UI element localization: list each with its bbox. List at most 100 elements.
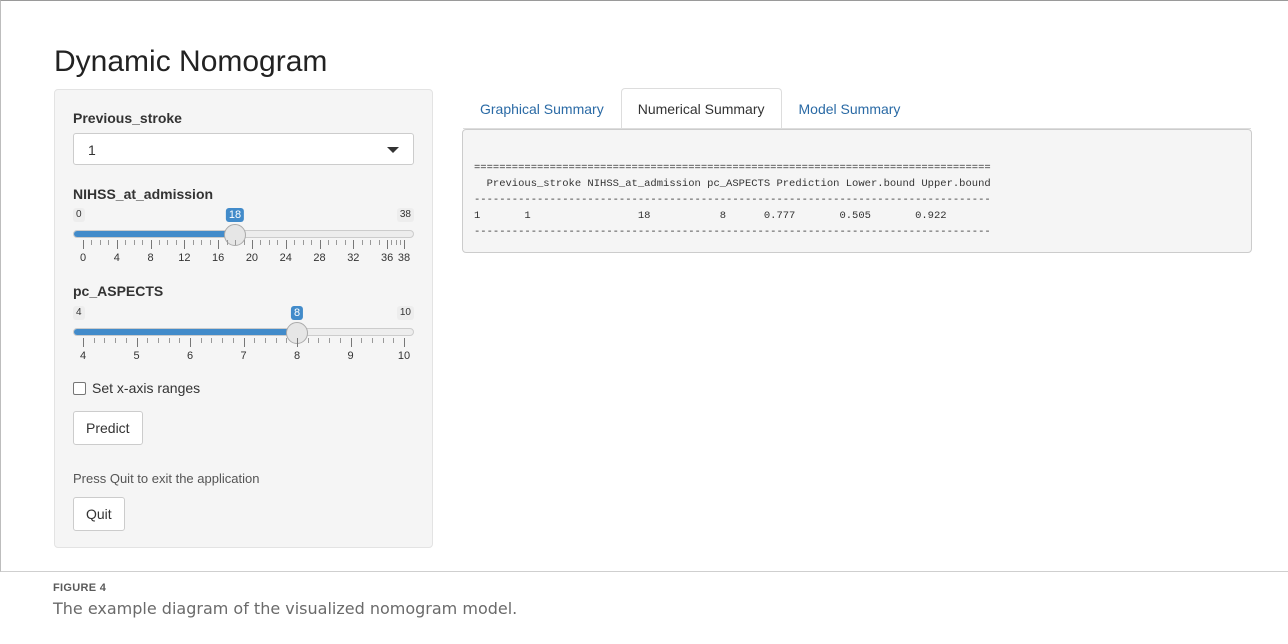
aspects-major-tick [404,338,405,347]
nihss-major-tick [116,240,118,249]
chevron-down-icon [387,147,399,153]
nihss-major-tick [83,240,84,249]
x-axis-ranges-checkbox[interactable] [73,381,86,395]
aspects-tick-label: 5 [133,350,140,362]
nihss-minor-tick [192,240,194,245]
nihss-minor-tick [311,240,313,245]
figure-label: FIGURE 4 [53,582,107,594]
aspects-label: pc_ASPECTS [73,283,164,299]
aspects-minor-tick [275,338,277,343]
nihss-minor-tick [167,240,169,245]
nihss-label: NIHSS_at_admission [73,186,214,202]
aspects-minor-tick [382,338,384,343]
aspects-tick-label: 8 [293,350,301,362]
nihss-minor-tick [91,240,93,245]
nihss-minor-tick [344,240,346,245]
nihss-minor-tick [209,240,211,245]
aspects-minor-tick [93,338,95,343]
aspects-minor-tick [115,338,117,343]
aspects-minor-tick [211,338,213,343]
app-frame: Dynamic Nomogram Previous_stroke 1 NIHSS… [0,0,1288,572]
aspects-tick-label: 10 [397,350,411,362]
nihss-minor-tick [159,240,161,245]
page-title: Dynamic Nomogram [54,45,328,78]
nihss-max-label: 38 [396,208,414,222]
output-row: 1 1 18 8 0.777 0.505 0.922 [474,210,947,222]
aspects-minor-tick [318,338,320,343]
nihss-minor-tick [142,240,144,245]
aspects-minor-tick [339,338,341,343]
tab-model-summary[interactable]: Model Summary [782,88,918,129]
aspects-minor-tick [125,338,127,343]
output-rule-single-bottom: ----------------------------------------… [474,226,991,238]
numerical-summary-output: ========================================… [462,129,1252,253]
nihss-minor-tick [327,240,329,245]
nihss-tick-label: 0 [79,252,87,264]
x-axis-ranges-option[interactable]: Set x-axis ranges [73,380,200,396]
nihss-tick-label: 20 [245,252,259,264]
aspects-minor-tick [157,338,159,343]
nihss-minor-tick [260,240,262,245]
nihss-tick-label: 16 [212,252,225,264]
aspects-minor-tick [371,338,373,343]
aspects-major-tick [83,338,84,347]
aspects-major-tick [190,338,191,347]
aspects-slider[interactable]: 4 10 8 4 5 6 7 8 9 10 [73,306,414,370]
output-rule-double: ========================================… [474,162,991,174]
aspects-minor-tick [361,338,363,343]
aspects-minor-tick [286,338,288,343]
nihss-minor-tick [133,240,135,245]
predict-button[interactable]: Predict [73,411,143,445]
tab-graphical-summary[interactable]: Graphical Summary [463,88,621,129]
nihss-fill [74,231,237,237]
output-header: Previous_stroke NIHSS_at_admission pc_AS… [474,178,991,190]
aspects-major-tick [297,338,298,347]
nihss-minor-tick [108,240,110,245]
figure-caption: The example diagram of the visualized no… [53,599,518,618]
nihss-minor-tick [268,240,270,245]
aspects-fill [74,329,298,335]
nihss-major-tick [251,240,253,249]
nihss-tick-label: 38 [397,252,411,264]
aspects-minor-tick [200,338,202,343]
quit-help-text: Press Quit to exit the application [73,471,260,486]
nihss-tick-label: 4 [113,252,120,264]
nihss-major-tick [319,240,321,249]
aspects-track[interactable] [73,328,414,336]
aspects-minor-tick [147,338,149,343]
aspects-min-label: 4 [73,306,85,320]
nihss-minor-tick [336,240,338,245]
nihss-minor-tick [391,240,393,245]
aspects-max-label: 10 [396,306,414,320]
previous-stroke-label: Previous_stroke [73,110,182,126]
nihss-ticks [73,240,414,250]
aspects-minor-tick [393,338,395,343]
nihss-minor-tick [370,240,372,245]
nihss-tick-label: 24 [279,252,292,264]
x-axis-ranges-label: Set x-axis ranges [92,380,201,396]
nihss-tick-label: 36 [380,252,394,264]
aspects-tick-label: 4 [79,350,87,362]
aspects-value-badge: 8 [290,306,304,320]
nihss-minor-tick [277,240,279,245]
aspects-tick-label: 7 [240,350,247,362]
aspects-tick-label: 6 [186,350,194,362]
aspects-minor-tick [179,338,181,343]
nihss-major-tick [387,240,389,249]
aspects-minor-tick [222,338,224,343]
tab-numerical-summary[interactable]: Numerical Summary [620,88,782,129]
nihss-minor-tick [243,240,245,245]
nihss-tick-label: 32 [347,252,360,264]
nihss-minor-tick [399,240,401,245]
aspects-major-tick [350,338,352,347]
quit-button[interactable]: Quit [73,497,125,531]
sidebar-panel: Previous_stroke 1 NIHSS_at_admission 0 3… [54,89,433,548]
previous-stroke-select[interactable]: 1 [73,133,414,165]
nihss-slider[interactable]: 0 38 18 0 4 8 12 16 20 24 28 32 36 38 [73,208,414,272]
nihss-minor-tick [294,240,296,245]
aspects-minor-tick [254,338,256,343]
aspects-ticks [73,338,414,348]
aspects-major-tick [136,338,138,347]
nihss-major-tick [218,240,220,249]
aspects-minor-tick [168,338,170,343]
